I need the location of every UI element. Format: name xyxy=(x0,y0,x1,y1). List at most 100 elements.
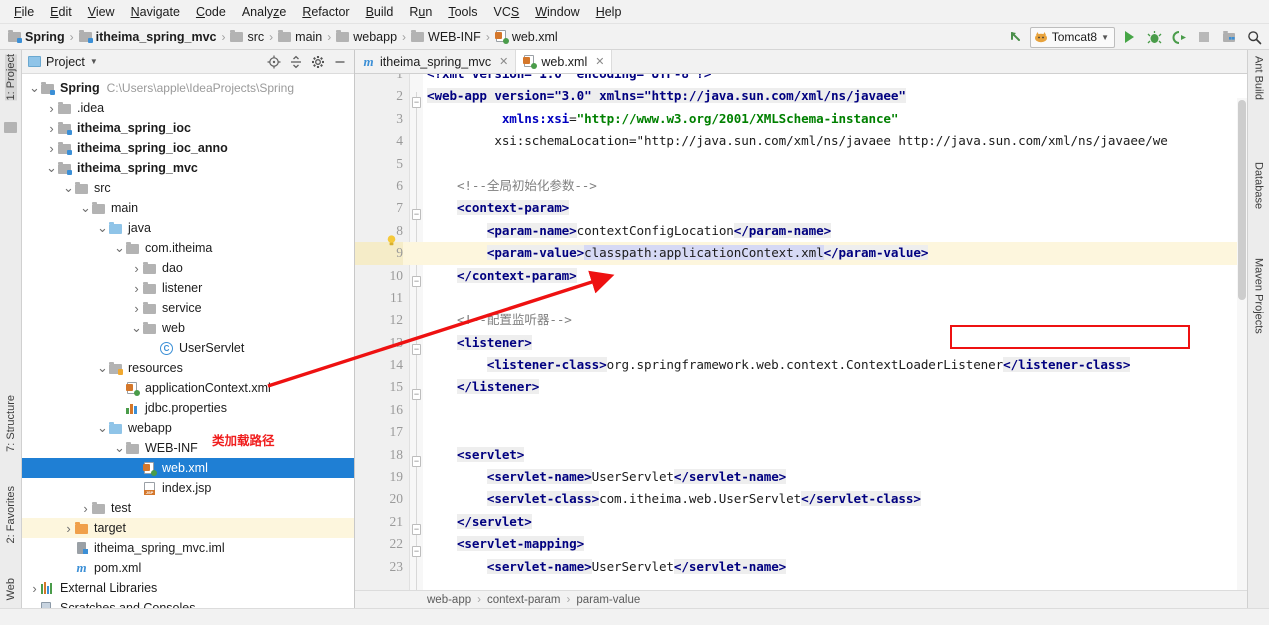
scrollbar-thumb[interactable] xyxy=(1238,100,1246,300)
status-crumb-context-param[interactable]: context-param xyxy=(487,594,561,606)
collapse-all-icon[interactable] xyxy=(288,54,303,69)
chevron-right-icon[interactable]: › xyxy=(45,141,58,156)
tree-node-dao[interactable]: › dao xyxy=(22,258,354,278)
sidebar-item-structure[interactable]: 7: Structure xyxy=(5,395,17,452)
menu-item-edit[interactable]: Edit xyxy=(42,3,80,21)
breadcrumb-item-itheima-spring-mvc[interactable]: itheima_spring_mvc xyxy=(78,30,216,44)
code-line-17[interactable]: 17 xyxy=(355,421,1247,443)
tree-node-web[interactable]: ⌄ web xyxy=(22,318,354,338)
minimize-icon[interactable] xyxy=(332,54,347,69)
code-line-11[interactable]: 11 xyxy=(355,287,1247,309)
tree-node-listener[interactable]: › listener xyxy=(22,278,354,298)
tree-node-itheima-spring-ioc-anno[interactable]: › itheima_spring_ioc_anno xyxy=(22,138,354,158)
chevron-down-icon[interactable]: ▼ xyxy=(1101,33,1109,42)
stop-button[interactable] xyxy=(1193,26,1215,48)
menu-item-analyze[interactable]: Analyze xyxy=(234,3,294,21)
chevron-right-icon[interactable]: › xyxy=(45,101,58,116)
code-line-16[interactable]: 16 xyxy=(355,399,1247,421)
run-with-coverage-button[interactable] xyxy=(1168,26,1190,48)
chevron-right-icon[interactable]: › xyxy=(28,581,41,596)
code-line-3[interactable]: 3 xmlns:xsi="http://www.w3.org/2001/XMLS… xyxy=(355,108,1247,130)
code-line-1[interactable]: 1 <?xml version="1.0" encoding="UTF-8"?> xyxy=(355,74,1247,85)
chevron-right-icon[interactable]: › xyxy=(130,261,143,276)
fold-marker-context-param-end[interactable]: − xyxy=(412,276,421,287)
chevron-down-icon[interactable]: ▼ xyxy=(90,57,98,66)
tree-node-service[interactable]: › service xyxy=(22,298,354,318)
chevron-down-icon[interactable]: ⌄ xyxy=(96,361,109,374)
sidebar-item-favorites[interactable]: 2: Favorites xyxy=(5,486,17,543)
tree-node-itheima-spring-mvc-iml[interactable]: itheima_spring_mvc.iml xyxy=(22,538,354,558)
code-line-8[interactable]: 8 <param-name>contextConfigLocation</par… xyxy=(355,220,1247,242)
tree-node-src[interactable]: ⌄ src xyxy=(22,178,354,198)
code-line-20[interactable]: 20 <servlet-class>com.itheima.web.UserSe… xyxy=(355,488,1247,510)
chevron-down-icon[interactable]: ⌄ xyxy=(130,321,143,334)
chevron-down-icon[interactable]: ⌄ xyxy=(113,441,126,454)
project-structure-button[interactable] xyxy=(1218,26,1240,48)
target-icon[interactable] xyxy=(266,54,281,69)
close-icon[interactable]: ✕ xyxy=(595,55,604,68)
code-line-10[interactable]: 10 </context-param> xyxy=(355,265,1247,287)
fold-marker-servlet-end[interactable]: − xyxy=(412,524,421,535)
tree-node--idea[interactable]: › .idea xyxy=(22,98,354,118)
status-crumb-param-value[interactable]: param-value xyxy=(576,594,640,606)
code-line-23[interactable]: 23 <servlet-name>UserServlet</servlet-na… xyxy=(355,556,1247,578)
fold-marker-context-param[interactable]: − xyxy=(412,209,421,220)
code-line-21[interactable]: 21 </servlet> xyxy=(355,511,1247,533)
code-line-5[interactable]: 5 xyxy=(355,153,1247,175)
code-editor[interactable]: 1<?xml version="1.0" encoding="UTF-8"?>2… xyxy=(355,74,1247,590)
search-icon[interactable] xyxy=(1243,26,1265,48)
menu-item-view[interactable]: View xyxy=(80,3,123,21)
editor-vertical-scrollbar[interactable] xyxy=(1237,98,1247,590)
code-line-13[interactable]: 13 <listener> xyxy=(355,332,1247,354)
tree-node-itheima-spring-mvc[interactable]: ⌄ itheima_spring_mvc xyxy=(22,158,354,178)
code-line-19[interactable]: 19 <servlet-name>UserServlet</servlet-na… xyxy=(355,466,1247,488)
tree-node-test[interactable]: › test xyxy=(22,498,354,518)
code-line-15[interactable]: 15 </listener> xyxy=(355,376,1247,398)
sidebar-item-database[interactable]: Database xyxy=(1253,162,1265,209)
tree-node-main[interactable]: ⌄ main xyxy=(22,198,354,218)
tree-node-web-xml[interactable]: web.xml xyxy=(22,458,354,478)
code-line-9[interactable]: 9 <param-value>classpath:applicationCont… xyxy=(355,242,1247,265)
code-line-14[interactable]: 14 <listener-class>org.springframework.w… xyxy=(355,354,1247,376)
tab-itheima-spring-mvc[interactable]: m itheima_spring_mvc ✕ xyxy=(355,50,517,73)
code-line-6[interactable]: 6 <!--全局初始化参数--> xyxy=(355,175,1247,197)
breadcrumb-item-web-xml[interactable]: web.xml xyxy=(494,30,558,44)
tree-node-jdbc-properties[interactable]: jdbc.properties xyxy=(22,398,354,418)
breadcrumb-item-spring[interactable]: Spring xyxy=(8,30,65,44)
chevron-down-icon[interactable]: ⌄ xyxy=(45,161,58,174)
fold-marker-listener-end[interactable]: − xyxy=(412,389,421,400)
breadcrumb-item-web-inf[interactable]: WEB-INF xyxy=(411,30,481,44)
tree-node-pom-xml[interactable]: m pom.xml xyxy=(22,558,354,578)
tab-web-xml[interactable]: web.xml ✕ xyxy=(516,50,613,73)
menu-item-navigate[interactable]: Navigate xyxy=(123,3,188,21)
tree-node-spring[interactable]: ⌄ Spring C:\Users\apple\IdeaProjects\Sprin… xyxy=(22,78,354,98)
sidebar-item-web[interactable]: Web xyxy=(5,578,17,600)
sidebar-item-maven-projects[interactable]: Maven Projects xyxy=(1253,258,1265,334)
menu-item-tools[interactable]: Tools xyxy=(440,3,485,21)
tree-node-web-inf[interactable]: ⌄ WEB-INF xyxy=(22,438,354,458)
sidebar-item-project[interactable]: 1: Project xyxy=(4,54,17,101)
run-configuration-selector[interactable]: Tomcat8 ▼ xyxy=(1029,26,1115,48)
breadcrumb-item-main[interactable]: main xyxy=(278,30,322,44)
menu-item-help[interactable]: Help xyxy=(588,3,630,21)
breadcrumb-item-src[interactable]: src xyxy=(230,30,264,44)
tree-node-external-libraries[interactable]: › External Libraries xyxy=(22,578,354,598)
settings-gear-icon[interactable] xyxy=(310,54,325,69)
code-line-22[interactable]: 22 <servlet-mapping> xyxy=(355,533,1247,555)
fold-marker-servlet-mapping[interactable]: − xyxy=(412,546,421,557)
project-panel-title[interactable]: Project ▼ xyxy=(28,55,98,69)
tree-node-resources[interactable]: ⌄ resources xyxy=(22,358,354,378)
tree-node-target[interactable]: › target xyxy=(22,518,354,538)
menu-item-file[interactable]: File xyxy=(6,3,42,21)
tree-node-java[interactable]: ⌄ java xyxy=(22,218,354,238)
tree-node-userservlet[interactable]: C UserServlet xyxy=(22,338,354,358)
menu-item-window[interactable]: Window xyxy=(527,3,587,21)
chevron-down-icon[interactable]: ⌄ xyxy=(113,241,126,254)
tree-node-itheima-spring-ioc[interactable]: › itheima_spring_ioc xyxy=(22,118,354,138)
tree-node-webapp[interactable]: ⌄ webapp xyxy=(22,418,354,438)
code-line-2[interactable]: 2 <web-app version="3.0" xmlns="http://ja… xyxy=(355,85,1247,107)
fold-marker-webapp[interactable]: − xyxy=(412,97,421,108)
chevron-down-icon[interactable]: ⌄ xyxy=(96,221,109,234)
menu-item-vcs[interactable]: VCS xyxy=(486,3,528,21)
chevron-right-icon[interactable]: › xyxy=(62,521,75,536)
